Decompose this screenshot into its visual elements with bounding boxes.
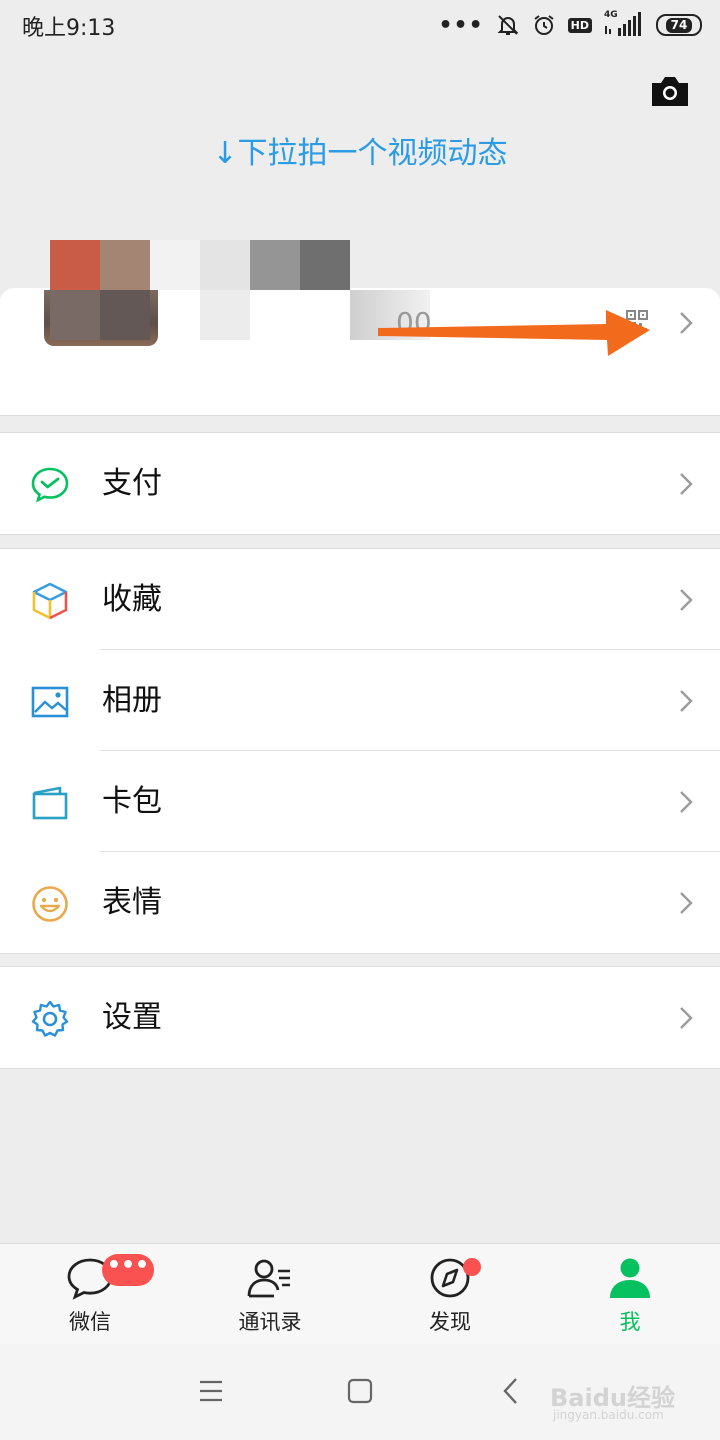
hd-voice-icon: HD — [567, 17, 592, 33]
battery-icon: 74 — [656, 14, 702, 36]
smiley-icon — [32, 886, 68, 922]
chevron-right-icon — [680, 473, 693, 495]
chevron-right-icon — [680, 1007, 693, 1029]
album-picture-icon — [31, 686, 69, 718]
menu-label: 支付 — [102, 466, 162, 501]
chevron-right-icon — [680, 892, 693, 914]
pull-down-video-hint[interactable]: ↓下拉拍一个视频动态 — [0, 128, 720, 172]
status-bar: 晚上9:13 ••• HD 4G 74 — [0, 0, 720, 50]
more-notifications-icon: ••• — [438, 12, 484, 38]
menu-item-pay[interactable]: 支付 — [0, 433, 720, 534]
settings-gear-icon — [31, 1000, 69, 1037]
tab-label: 微信 — [69, 1310, 111, 1334]
alarm-clock-icon — [534, 15, 554, 35]
menu-icon[interactable] — [196, 1376, 226, 1406]
status-icons: ••• HD 4G 74 — [438, 8, 702, 42]
favorites-cube-icon — [32, 582, 68, 620]
battery-level: 74 — [665, 17, 693, 33]
unread-badge: ••• — [102, 1254, 154, 1286]
card-wallet-icon — [32, 786, 68, 820]
tab-discover[interactable]: 发现 — [360, 1244, 540, 1345]
home-icon[interactable] — [345, 1376, 375, 1406]
discover-notification-dot — [463, 1258, 481, 1276]
menu-label: 收藏 — [102, 582, 162, 617]
menu-item-settings[interactable]: 设置 — [0, 967, 720, 1068]
menu-item-album[interactable]: 相册 — [0, 650, 720, 751]
menu-item-stickers[interactable]: 表情 — [0, 852, 720, 953]
bottom-tab-bar: 微信 ••• 通讯录 发现 我 — [0, 1243, 720, 1344]
baidu-watermark-url: jingyan.baidu.com — [553, 1408, 664, 1422]
cellular-signal-icon: 4G — [604, 10, 644, 38]
tools-section: 收藏 相册 卡包 表情 — [0, 548, 720, 954]
menu-item-card-wallet[interactable]: 卡包 — [0, 751, 720, 852]
menu-label: 相册 — [102, 683, 162, 718]
tab-label: 我 — [619, 1310, 641, 1334]
annotation-arrow — [378, 310, 650, 356]
camera-icon[interactable] — [650, 74, 690, 108]
settings-section: 设置 — [0, 966, 720, 1069]
tab-label: 发现 — [429, 1310, 471, 1334]
tab-chats[interactable]: 微信 ••• — [0, 1244, 180, 1345]
chevron-right-icon — [680, 312, 693, 334]
chevron-right-icon — [680, 589, 693, 611]
chevron-right-icon — [680, 791, 693, 813]
tab-me[interactable]: 我 — [540, 1244, 720, 1345]
privacy-mosaic — [50, 240, 350, 340]
chevron-right-icon — [680, 690, 693, 712]
wechat-pay-icon — [31, 467, 69, 503]
person-icon — [610, 1258, 650, 1298]
menu-item-favorites[interactable]: 收藏 — [0, 549, 720, 650]
menu-label: 表情 — [102, 885, 162, 920]
tab-contacts[interactable]: 通讯录 — [180, 1244, 360, 1345]
menu-label: 设置 — [102, 1000, 162, 1035]
menu-label: 卡包 — [102, 784, 162, 819]
status-time: 晚上9:13 — [22, 16, 116, 41]
pay-section: 支付 — [0, 432, 720, 535]
tab-label: 通讯录 — [238, 1310, 302, 1334]
silent-bell-icon — [497, 15, 519, 35]
back-icon[interactable] — [498, 1376, 528, 1406]
contacts-icon — [247, 1259, 290, 1298]
